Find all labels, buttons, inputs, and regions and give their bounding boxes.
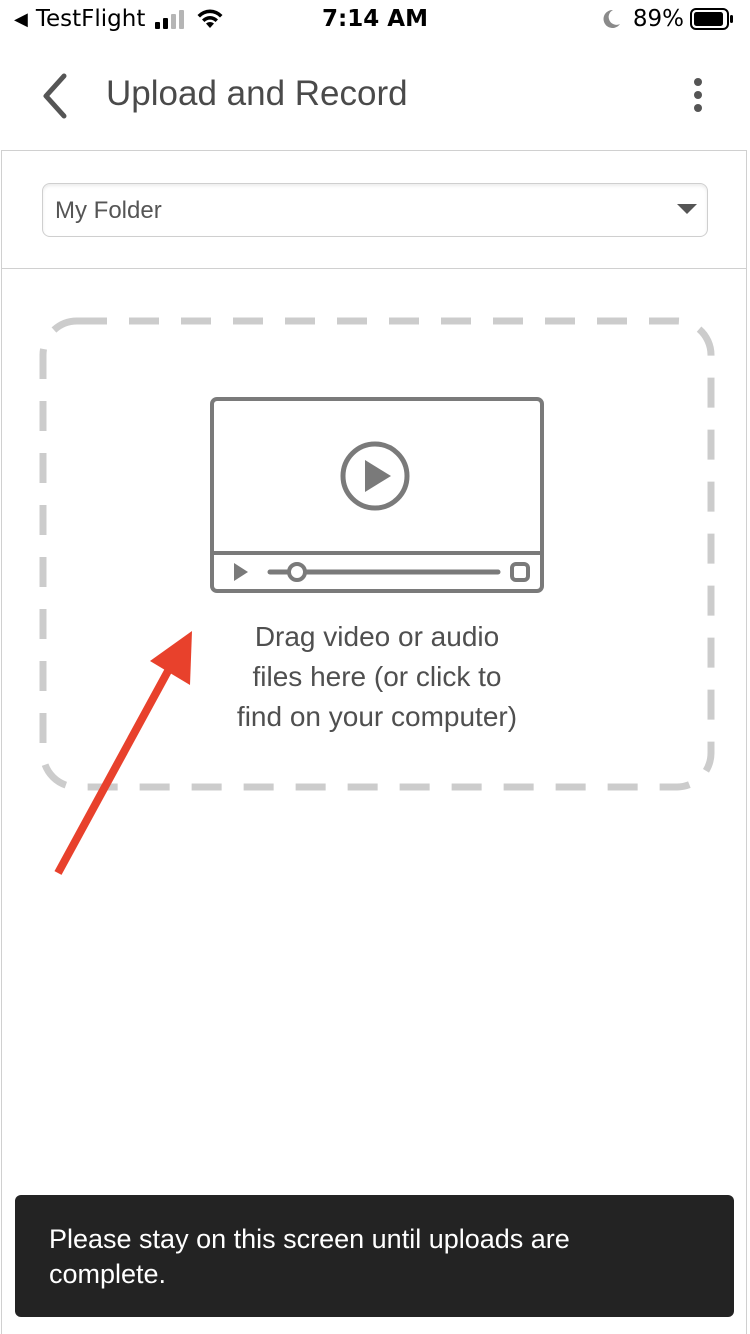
moon-icon	[603, 9, 620, 28]
toast-notification: Please stay on this screen until uploads…	[15, 1195, 734, 1317]
folder-select-value: My Folder	[55, 197, 162, 224]
toast-line-2: complete.	[49, 1259, 167, 1289]
status-bar: ◀ TestFlight 7:14 AM 89%	[0, 0, 750, 40]
status-right: 89%	[601, 6, 734, 32]
dropzone-line-2: files here (or click to	[252, 661, 502, 692]
folder-select[interactable]: My Folder	[42, 183, 708, 237]
dropdown-caret-icon	[677, 204, 697, 214]
battery-icon	[690, 8, 733, 30]
page-title: Upload and Record	[106, 74, 408, 113]
dropzone-line-3: find on your computer)	[236, 701, 518, 732]
more-vertical-icon	[694, 78, 702, 112]
annotation-arrow	[54, 631, 192, 875]
more-options-button[interactable]	[686, 76, 710, 116]
dropzone-instructions: Drag video or audio files here (or click…	[177, 617, 577, 737]
video-player-icon	[210, 397, 544, 593]
chevron-left-icon	[43, 73, 67, 119]
toast-line-1: Please stay on this screen until uploads…	[49, 1224, 570, 1254]
battery-percentage: 89%	[632, 6, 684, 32]
folder-section: My Folder	[2, 151, 746, 269]
dropzone-line-1: Drag video or audio	[254, 621, 500, 652]
app-header: Upload and Record	[0, 40, 750, 150]
toast-message: Please stay on this screen until uploads…	[49, 1222, 700, 1292]
back-button[interactable]	[36, 72, 76, 120]
